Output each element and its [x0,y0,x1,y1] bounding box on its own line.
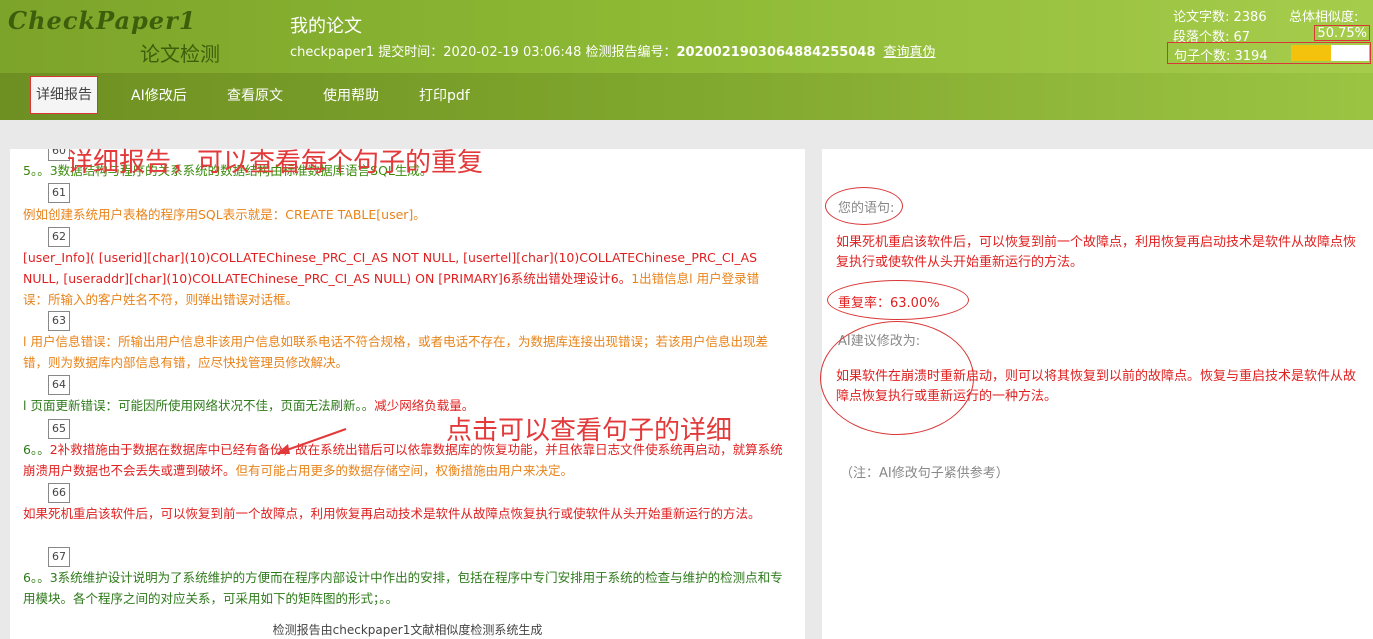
sentence-65-orange[interactable]: 但有可能占用更多的数据存储空间，权衡措施由用户来决定。 [236,463,574,478]
sentence-64-green[interactable]: l 页面更新错误：可能因所使用网络状况不佳，页面无法刷新。。 [23,398,374,413]
report-meta: checkpaper1 提交时间：2020-02-19 03:06:48 检测报… [290,41,936,60]
your-sentence-text: 如果死机重启该软件后，可以恢复到前一个故障点，利用恢复再启动技术是软件从故障点恢… [836,235,1357,270]
verify-link[interactable]: 查询真伪 [883,45,935,60]
sentence-count: 句子个数: 3194 [1174,49,1268,64]
sentence-67[interactable]: 6。。3系统维护设计说明为了系统维护的方便而在程序内部设计中作出的安排，包括在程… [23,567,783,609]
sentence-number[interactable]: 61 [48,183,70,203]
tab-help[interactable]: 使用帮助 [323,73,379,120]
word-count: 论文字数: 2386 [1173,10,1267,25]
sentence-62[interactable]: [user_Info]( [userid][char](10)COLLATECh… [23,247,783,310]
sentence-65-green[interactable]: 6。。 [23,442,50,457]
sentence-63[interactable]: l 用户信息错误：所输出用户信息非该用户信息如联系电话不符合规格，或者电话不存在… [23,331,783,373]
tab-view-original[interactable]: 查看原文 [227,73,283,120]
page-title: 我的论文 [290,16,362,37]
logo-subtitle: 论文检测 [140,42,220,66]
sentence-number[interactable]: 65 [48,419,70,439]
annotation-arrow-icon [276,428,347,454]
report-footer: 检测报告由checkpaper1文献相似度检测系统生成 [272,623,543,637]
submit-info: checkpaper1 提交时间：2020-02-19 03:06:48 检测报… [290,45,677,60]
sentence-count-box: 句子个数: 3194 [1167,42,1371,64]
overall-similarity-value: 50.75% [1314,25,1370,41]
sentence-number[interactable]: 64 [48,375,70,395]
tab-detailed-report[interactable]: 详细报告 [30,76,98,114]
sentence-number[interactable]: 66 [48,483,70,503]
tab-ai-modified[interactable]: AI修改后 [131,73,187,120]
report-number: 20200219030648842550​48 [676,45,876,60]
highlight-ellipse [825,187,903,225]
logo: CheckPaper1 [8,6,197,35]
progress-fill [1291,45,1331,61]
sentence-number[interactable]: 62 [48,227,70,247]
overall-similarity-label: 总体相似度: [1289,10,1359,25]
highlight-ellipse [827,280,969,320]
sentence-number[interactable]: 63 [48,311,70,331]
sentence-detail-panel: 您的语句: 如果死机重启该软件后，可以恢复到前一个故障点，利用恢复再启动技术是软… [820,149,1373,639]
tab-print-pdf[interactable]: 打印pdf [419,73,470,120]
header-bar: CheckPaper1 论文检测 我的论文 checkpaper1 提交时间：2… [0,0,1373,73]
ai-suggestion-text: 如果软件在崩溃时重新启动，则可以将其恢复到以前的故障点。恢复与重启技术是软件从故… [836,369,1357,404]
report-detail-panel: 60 5。。3数据结构与程序的关系系统的数据结构由标准数据库语言SQL生成。 6… [10,149,805,639]
sentence-61[interactable]: 例如创建系统用户表格的程序用SQL表示就是：CREATE TABLE[user]… [23,204,783,225]
annotation-click-sentence: 点击可以查看句子的详细 [446,416,733,446]
sentence-66[interactable]: 如果死机重启该软件后，可以恢复到前一个故障点，利用恢复再启动技术是软件从故障点恢… [23,503,783,524]
ai-note: （注：AI修改句子紧供参考） [840,466,1009,481]
nav-bar: 详细报告 AI修改后 查看原文 使用帮助 打印pdf [0,73,1373,120]
annotation-detail-report: 详细报告，可以查看每个句子的重复 [67,148,484,178]
sentence-number[interactable]: 67 [48,547,70,567]
similarity-progress-bar [1291,45,1369,61]
